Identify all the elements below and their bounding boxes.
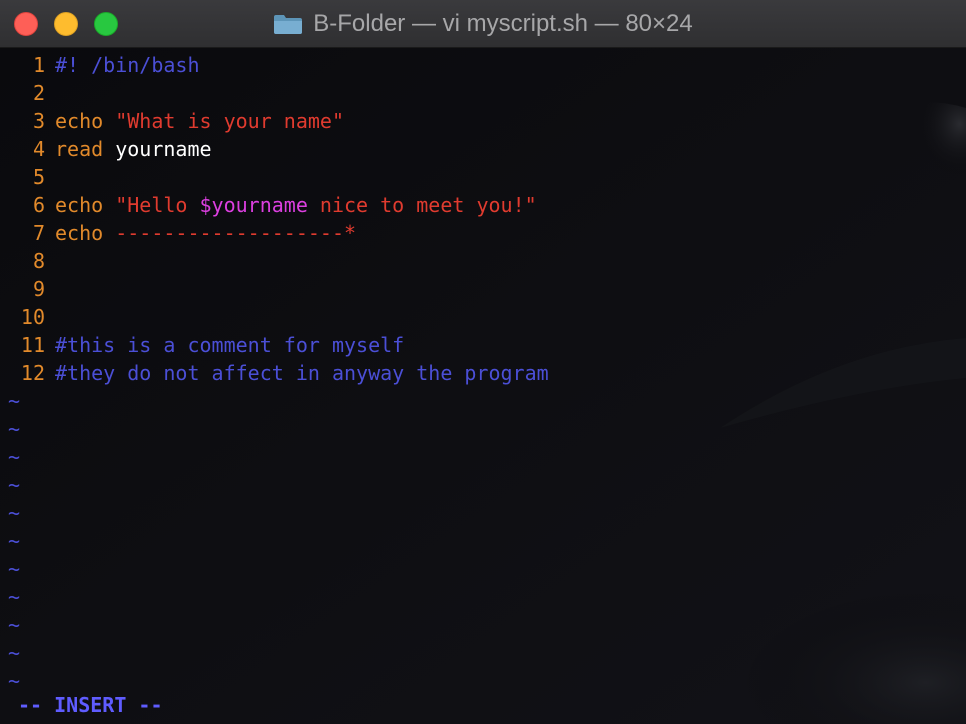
- tilde-marker: ~: [8, 417, 21, 441]
- line-number: 6: [32, 193, 45, 217]
- code-line[interactable]: 9: [0, 275, 55, 303]
- code-token-string: -------------------*: [115, 221, 357, 245]
- line-number: 7: [32, 221, 45, 245]
- code-token-string: "Hello: [115, 193, 200, 217]
- tilde-marker: ~: [8, 585, 21, 609]
- code-token-string: nice to meet you!": [307, 193, 537, 217]
- tilde-marker: ~: [8, 641, 21, 665]
- code-token-keyword: read: [55, 137, 116, 161]
- code-line[interactable]: 3 echo "What is your name": [0, 107, 344, 135]
- code-token-keyword: echo: [55, 221, 116, 245]
- tilde-marker: ~: [8, 501, 21, 525]
- code-token-keyword: echo: [55, 193, 116, 217]
- window-title: B-Folder — vi myscript.sh — 80×24: [313, 10, 693, 37]
- code-token-comment: #! /bin/bash: [55, 53, 200, 77]
- line-number: 3: [32, 109, 45, 133]
- code-line[interactable]: 12 #they do not affect in anyway the prog…: [0, 359, 549, 387]
- code-line[interactable]: 1 #! /bin/bash: [0, 51, 200, 79]
- title-bar[interactable]: B-Folder — vi myscript.sh — 80×24: [0, 0, 966, 48]
- tilde-marker: ~: [8, 613, 21, 637]
- tilde-marker: ~: [8, 669, 21, 693]
- line-code: #this is a comment for myself: [45, 333, 404, 357]
- line-code: echo "Hello $yourname nice to meet you!": [45, 193, 537, 217]
- code-token-keyword: echo: [55, 109, 116, 133]
- tilde-marker: ~: [8, 473, 21, 497]
- line-number: 1: [32, 53, 45, 77]
- tilde-marker: ~: [8, 389, 21, 413]
- code-line[interactable]: 10: [0, 303, 55, 331]
- line-code: read yourname: [45, 137, 212, 161]
- code-token-string: "What is your name": [115, 109, 344, 133]
- code-line[interactable]: 4 read yourname: [0, 135, 212, 163]
- tilde-marker: ~: [8, 557, 21, 581]
- code-token-variable: $yourname: [199, 193, 308, 217]
- line-number: 11: [20, 333, 45, 357]
- close-button[interactable]: [14, 12, 38, 36]
- line-number: 5: [32, 165, 45, 189]
- line-code: echo -------------------*: [45, 221, 356, 245]
- line-code: echo "What is your name": [45, 109, 344, 133]
- code-token-comment: #they do not affect in anyway the progra…: [55, 361, 549, 385]
- window-title-group: B-Folder — vi myscript.sh — 80×24: [0, 0, 966, 48]
- line-number: 10: [20, 305, 45, 329]
- line-code: #! /bin/bash: [45, 53, 200, 77]
- terminal-area[interactable]: 1 #! /bin/bash 2 3 echo "What is your name" 4…: [0, 48, 966, 724]
- code-line[interactable]: 5: [0, 163, 55, 191]
- code-line[interactable]: 11 #this is a comment for myself: [0, 331, 404, 359]
- mode-indicator: -- INSERT --: [18, 693, 163, 717]
- minimize-button[interactable]: [54, 12, 78, 36]
- folder-icon: [274, 15, 303, 34]
- tilde-marker: ~: [8, 529, 21, 553]
- code-line[interactable]: 2: [0, 79, 55, 107]
- code-line[interactable]: 8: [0, 247, 55, 275]
- line-number: 9: [32, 277, 45, 301]
- line-number: 8: [32, 249, 45, 273]
- line-code: #they do not affect in anyway the progra…: [45, 361, 549, 385]
- line-number: 12: [20, 361, 45, 385]
- line-number: 4: [32, 137, 45, 161]
- line-number: 2: [32, 81, 45, 105]
- code-line[interactable]: 6 echo "Hello $yourname nice to meet you!…: [0, 191, 537, 219]
- code-line[interactable]: 7 echo -------------------*: [0, 219, 356, 247]
- tilde-marker: ~: [8, 445, 21, 469]
- zoom-button[interactable]: [94, 12, 118, 36]
- code-token-comment: #this is a comment for myself: [55, 333, 405, 357]
- terminal-window: B-Folder — vi myscript.sh — 80×24 1 #! /…: [0, 0, 966, 724]
- code-token-plain: yourname: [115, 137, 212, 161]
